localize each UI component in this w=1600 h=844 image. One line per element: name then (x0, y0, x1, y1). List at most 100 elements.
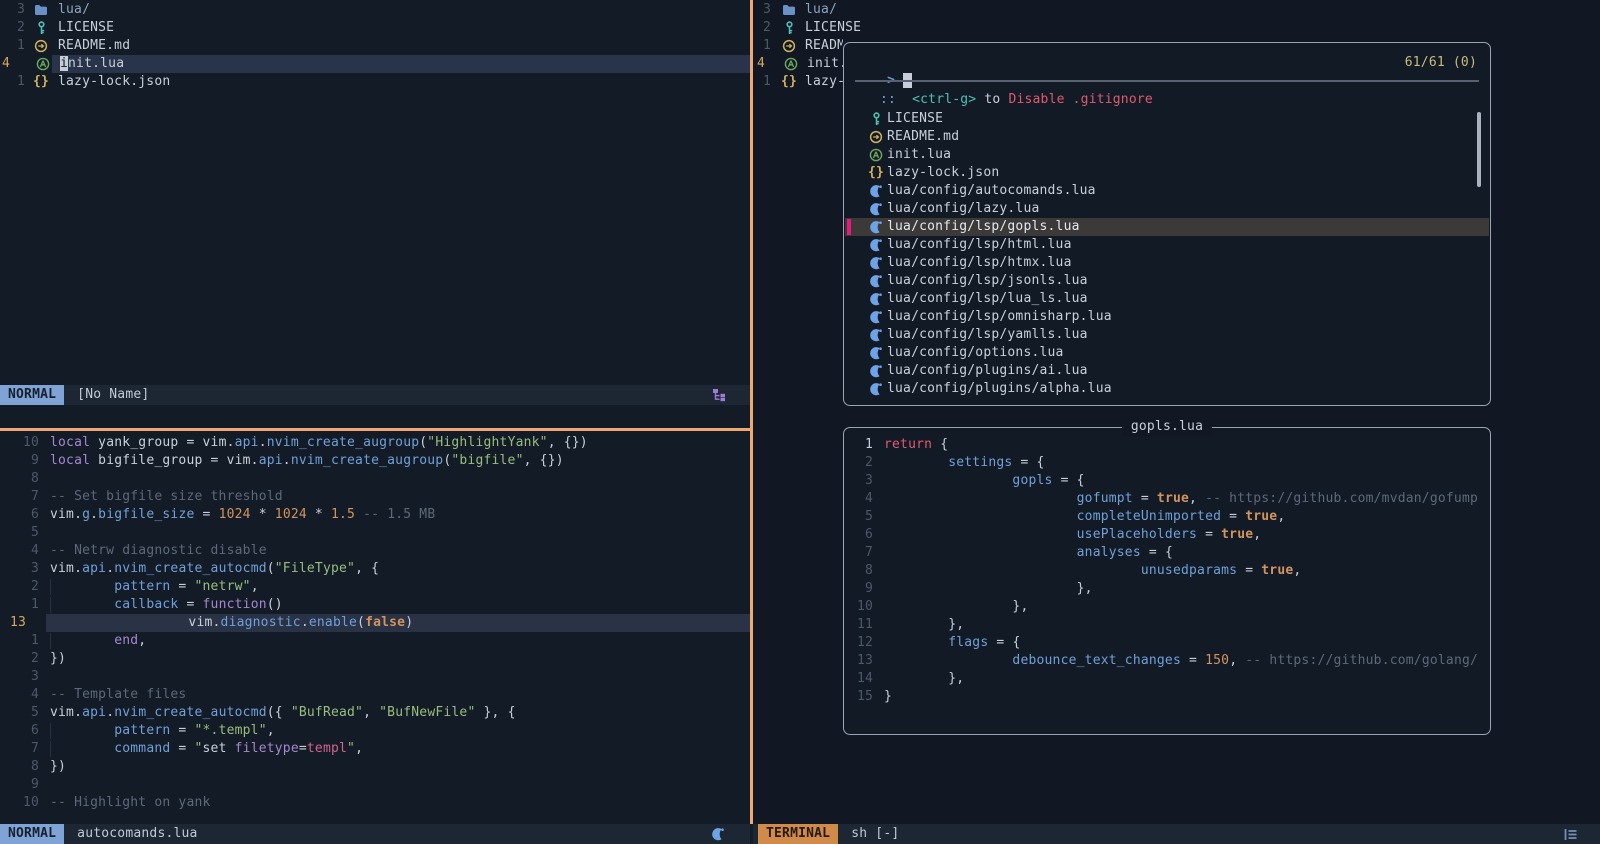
code-token: completeUnimported (884, 509, 1221, 524)
file-row[interactable]: 2LICENSE (755, 19, 1600, 37)
code-line[interactable]: 2 pattern = "netrw", (0, 578, 750, 596)
picker-item[interactable]: README.md (845, 128, 1489, 146)
picker-item[interactable]: lua/config/lsp/jsonls.lua (845, 272, 1489, 290)
picker-item[interactable]: LICENSE (845, 110, 1489, 128)
picker-item-name: lua/config/lsp/html.lua (887, 236, 1072, 254)
code-line[interactable]: 1return { (845, 436, 1489, 454)
code-token: }, (884, 671, 964, 686)
code-line[interactable]: 8}) (0, 758, 750, 776)
code-line[interactable]: 10local yank_group = vim.api.nvim_create… (0, 434, 750, 452)
code-token: } (884, 689, 892, 704)
code-token: api (82, 561, 106, 576)
fuzzy-finder-window: > 61/61 (0) :: <ctrl-g> to Disable .giti… (843, 42, 1491, 406)
line-number: 1 (0, 632, 39, 650)
code-line[interactable]: 7 analyses = { (845, 544, 1489, 562)
statusline-code: NORMAL autocomands.lua (0, 824, 750, 844)
picker-item[interactable]: lua/config/lsp/yamlls.lua (845, 326, 1489, 344)
code-token: "BufNewFile" (379, 705, 475, 720)
code-line[interactable]: 2}) (0, 650, 750, 668)
code-token: bigfile_group = vim. (90, 453, 259, 468)
file-row[interactable]: 3lua/ (0, 1, 750, 19)
code-token: = { (1012, 455, 1044, 470)
code-line[interactable]: 10 }, (845, 598, 1489, 616)
code-token: end (50, 633, 138, 648)
code-line[interactable]: 3 (0, 668, 750, 686)
code-line[interactable]: 6vim.g.bigfile_size = 1024 * 1024 * 1.5 … (0, 506, 750, 524)
picker-item[interactable]: lua/config/plugins/alpha.lua (845, 380, 1489, 398)
code-line[interactable]: 13 debounce_text_changes = 150, -- https… (845, 652, 1489, 670)
picker-item[interactable]: lua/config/options.lua (845, 344, 1489, 362)
code-line[interactable]: 11 }, (845, 616, 1489, 634)
picker-item[interactable]: lua/config/lsp/lua_ls.lua (845, 290, 1489, 308)
code-line[interactable]: 1 callback = function() (0, 596, 750, 614)
line-number: 1 (755, 73, 771, 91)
scrollbar[interactable] (1477, 112, 1482, 187)
picker-item[interactable]: lua/config/lsp/omnisharp.lua (845, 308, 1489, 326)
code-line[interactable]: 10-- Highlight on yank (0, 794, 750, 812)
picker-item[interactable]: lua/config/lsp/gopls.lua (845, 218, 1489, 236)
picker-item[interactable]: init.lua (845, 146, 1489, 164)
code-token: false (365, 615, 405, 630)
code-line[interactable]: 1 end, (0, 632, 750, 650)
moon-icon (868, 328, 884, 342)
code-token: api (82, 705, 106, 720)
code-line[interactable]: 5 completeUnimported = true, (845, 508, 1489, 526)
code-line[interactable]: 7 command = "set filetype=templ", (0, 740, 750, 758)
code-token: = (299, 741, 307, 756)
code-line[interactable]: 5 (0, 524, 750, 542)
file-name: README.md (58, 37, 130, 55)
code-text: -- Netrw diagnostic disable (50, 542, 267, 560)
code-token: = (1181, 653, 1205, 668)
code-text: gofumpt = true, -- https://github.com/mv… (884, 490, 1478, 508)
code-line[interactable]: 9 (0, 776, 750, 794)
code-line[interactable]: 3 gopls = { (845, 472, 1489, 490)
picker-item[interactable]: {}lazy-lock.json (845, 164, 1489, 182)
line-number: 15 (845, 688, 873, 706)
code-line[interactable]: 8 unusedparams = true, (845, 562, 1489, 580)
file-row[interactable]: 3lua/ (755, 1, 1600, 19)
file-row[interactable]: 4init.lua (755, 55, 843, 73)
code-line[interactable]: 6 usePlaceholders = true, (845, 526, 1489, 544)
code-token: , {}) (524, 453, 564, 468)
picker-item[interactable]: lua/config/plugins/ai.lua (845, 362, 1489, 380)
code-line[interactable]: 15} (845, 688, 1489, 706)
picker-prompt[interactable]: > (855, 54, 912, 72)
code-token: () (267, 597, 283, 612)
code-line[interactable]: 3vim.api.nvim_create_autocmd("FileType",… (0, 560, 750, 578)
file-row[interactable]: 1README.md (0, 37, 750, 55)
code-line[interactable]: 2 settings = { (845, 454, 1489, 472)
code-line[interactable]: 13 vim.diagnostic.enable(false) (0, 614, 750, 632)
code-token: nvim_create_augroup (291, 453, 444, 468)
code-line[interactable]: 6 pattern = "*.templ", (0, 722, 750, 740)
terminal-list-icon (1564, 828, 1578, 841)
file-row[interactable]: 1{}lazy-lock.json (755, 73, 843, 91)
code-line[interactable]: 12 flags = { (845, 634, 1489, 652)
picker-item[interactable]: lua/config/lazy.lua (845, 200, 1489, 218)
code-token: . (283, 453, 291, 468)
code-token: g (82, 507, 90, 522)
picker-item[interactable]: lua/config/lsp/htmx.lua (845, 254, 1489, 272)
file-row[interactable]: 2LICENSE (0, 19, 750, 37)
file-row[interactable]: 1README.md (755, 37, 843, 55)
window-separator-horizontal[interactable] (0, 428, 752, 431)
code-line[interactable]: 4-- Netrw diagnostic disable (0, 542, 750, 560)
code-token: ( (267, 561, 275, 576)
line-number: 3 (0, 668, 39, 686)
picker-item-name: lua/config/options.lua (887, 344, 1064, 362)
picker-item[interactable]: lua/config/lsp/html.lua (845, 236, 1489, 254)
file-row[interactable]: 4init.lua (0, 55, 750, 73)
code-line[interactable]: 4 gofumpt = true, -- https://github.com/… (845, 490, 1489, 508)
code-line[interactable]: 14 }, (845, 670, 1489, 688)
picker-item[interactable]: lua/config/autocomands.lua (845, 182, 1489, 200)
picker-item-name: lua/config/plugins/ai.lua (887, 362, 1088, 380)
code-line[interactable]: 9 }, (845, 580, 1489, 598)
code-line[interactable]: 9local bigfile_group = vim.api.nvim_crea… (0, 452, 750, 470)
file-row[interactable]: 1{}lazy-lock.json (0, 73, 750, 91)
code-line[interactable]: 5vim.api.nvim_create_autocmd({ "BufRead"… (0, 704, 750, 722)
code-token: , { (355, 561, 379, 576)
init-icon (868, 148, 884, 162)
code-line[interactable]: 8 (0, 470, 750, 488)
code-line[interactable]: 4-- Template files (0, 686, 750, 704)
window-separator-vertical[interactable] (750, 0, 753, 824)
code-line[interactable]: 7-- Set bigfile size threshold (0, 488, 750, 506)
